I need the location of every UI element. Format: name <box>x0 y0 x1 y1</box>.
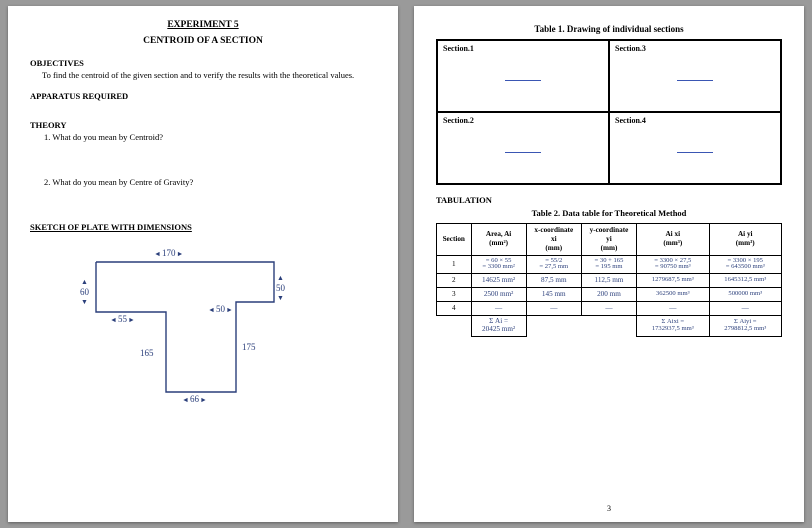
cell-area: — <box>471 302 526 316</box>
cell-n: 2 <box>437 274 472 288</box>
cell-area: = 60 × 55= 3300 mm² <box>471 255 526 274</box>
pdf-spread: EXPERIMENT 5 CENTROID OF A SECTION OBJEC… <box>0 0 812 528</box>
sketch-heading: SKETCH OF PLATE WITH DIMENSIONS <box>30 222 376 233</box>
cell-x: — <box>526 302 581 316</box>
q2-number: 2. <box>44 177 50 187</box>
cell-ay: — <box>709 302 782 316</box>
sum-ax: Σ Aixi =1732937,5 mm³ <box>637 316 709 337</box>
cell-ax: 362500 mm³ <box>637 288 709 302</box>
sum-area: Σ Ai =20425 mm² <box>471 316 526 337</box>
objectives-heading: OBJECTIVES <box>30 58 376 69</box>
table2-title: Table 2. Data table for Theoretical Meth… <box>436 208 782 219</box>
q1-text: What do you mean by Centroid? <box>52 132 163 142</box>
cell-ay: 1645312,5 mm³ <box>709 274 782 288</box>
dim-50: 50 <box>208 304 233 315</box>
section-1-cell: Section.1 <box>437 40 609 112</box>
section-3-cell: Section.3 <box>609 40 781 112</box>
plate-sketch: 170 50 60 55 50 165 175 66 <box>64 244 324 404</box>
cell-x: = 55/2= 27,5 mm <box>526 255 581 274</box>
cell-n: 4 <box>437 302 472 316</box>
section-3-label: Section.3 <box>615 44 646 53</box>
dim-55: 55 <box>110 314 135 325</box>
dim-left-60: 60 <box>80 278 89 307</box>
cell-n: 3 <box>437 288 472 302</box>
apparatus-heading: APPARATUS REQUIRED <box>30 91 376 102</box>
col-y: y-coordinateyi(mm) <box>581 223 636 255</box>
section-4-label: Section.4 <box>615 116 646 125</box>
q2-text: What do you mean by Centre of Gravity? <box>52 177 193 187</box>
section-2-cell: Section.2 <box>437 112 609 184</box>
dim-top: 170 <box>154 248 183 259</box>
cell-ax: — <box>637 302 709 316</box>
cell-area: 14625 mm² <box>471 274 526 288</box>
col-ay: Ai yi(mm³) <box>709 223 782 255</box>
sketch-dash-icon <box>677 80 713 81</box>
dim-right-50: 50 <box>276 274 285 303</box>
sketch-dash-icon <box>505 152 541 153</box>
plate-outline <box>64 244 324 404</box>
table-row: 4 — — — — — <box>437 302 782 316</box>
section-1-label: Section.1 <box>443 44 474 53</box>
page-1: EXPERIMENT 5 CENTROID OF A SECTION OBJEC… <box>8 6 398 522</box>
cell-ax: = 3300 × 27,5= 90750 mm³ <box>637 255 709 274</box>
table-row: 3 2500 mm² 145 mm 200 mm 362500 mm³ 5000… <box>437 288 782 302</box>
col-area: Area, Ai(mm²) <box>471 223 526 255</box>
dim-bottom: 66 <box>182 394 207 405</box>
cell-ax: 1279687,5 mm³ <box>637 274 709 288</box>
cell-y: 112,5 mm <box>581 274 636 288</box>
theory-questions: 1. What do you mean by Centroid? 2. What… <box>44 132 376 187</box>
table-row: 1 = 60 × 55= 3300 mm² = 55/2= 27,5 mm = … <box>437 255 782 274</box>
cell-area: 2500 mm² <box>471 288 526 302</box>
table1-title: Table 1. Drawing of individual sections <box>436 24 782 35</box>
theory-heading: THEORY <box>30 120 376 131</box>
cell-ay: 500000 mm³ <box>709 288 782 302</box>
table-body: 1 = 60 × 55= 3300 mm² = 55/2= 27,5 mm = … <box>437 255 782 337</box>
table-header-row: Section Area, Ai(mm²) x-coordinatexi(mm)… <box>437 223 782 255</box>
col-section: Section <box>437 223 472 255</box>
question-2: 2. What do you mean by Centre of Gravity… <box>44 177 376 188</box>
cell-x: 87,5 mm <box>526 274 581 288</box>
col-x: x-coordinatexi(mm) <box>526 223 581 255</box>
col-ax: Ai xi(mm³) <box>637 223 709 255</box>
data-table: Section Area, Ai(mm²) x-coordinatexi(mm)… <box>436 223 782 338</box>
sum-ay: Σ Aiyi =2798812,5 mm³ <box>709 316 782 337</box>
page-number: 3 <box>414 504 804 514</box>
page-2: Table 1. Drawing of individual sections … <box>414 6 804 522</box>
question-1: 1. What do you mean by Centroid? <box>44 132 376 143</box>
dim-175: 175 <box>242 342 256 353</box>
sections-grid: Section.1 Section.3 Section.2 Section.4 <box>436 39 782 185</box>
sketch-dash-icon <box>505 80 541 81</box>
experiment-title: EXPERIMENT 5 <box>30 20 376 32</box>
tabulation-heading: TABULATION <box>436 195 782 206</box>
q1-number: 1. <box>44 132 50 142</box>
table-totals-row: Σ Ai =20425 mm² Σ Aixi =1732937,5 mm³ Σ … <box>437 316 782 337</box>
table-row: 2 14625 mm² 87,5 mm 112,5 mm 1279687,5 m… <box>437 274 782 288</box>
cell-n: 1 <box>437 255 472 274</box>
objectives-text: To find the centroid of the given sectio… <box>42 70 376 81</box>
section-2-label: Section.2 <box>443 116 474 125</box>
cell-ay: = 3300 × 195= 643500 mm³ <box>709 255 782 274</box>
cell-y: = 30 + 165= 195 mm <box>581 255 636 274</box>
cell-y: 200 mm <box>581 288 636 302</box>
cell-x: 145 mm <box>526 288 581 302</box>
sketch-dash-icon <box>677 152 713 153</box>
experiment-subtitle: CENTROID OF A SECTION <box>30 36 376 48</box>
dim-165: 165 <box>140 348 154 359</box>
cell-y: — <box>581 302 636 316</box>
section-4-cell: Section.4 <box>609 112 781 184</box>
